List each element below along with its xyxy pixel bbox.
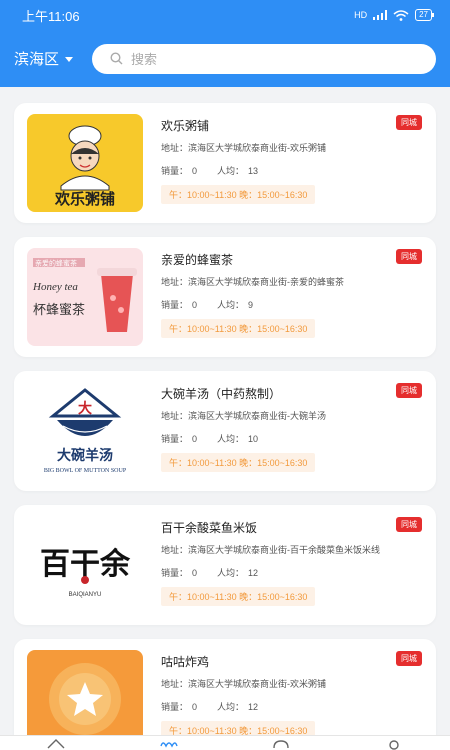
- shop-image: 欢乐粥铺: [27, 114, 143, 212]
- user-icon: [389, 740, 399, 750]
- avg-value: 10: [248, 434, 259, 444]
- shop-logo-text: 大: [78, 400, 92, 416]
- sales-label: 销量：: [161, 434, 189, 444]
- shop-card[interactable]: 咕咕炸鸡 同城 地址：滨海区大学城欣泰商业街-欢米粥铺 销量： 0 人均： 12 午：…: [14, 639, 436, 735]
- sales-label: 销量：: [161, 300, 189, 310]
- opening-hours: 午：10:00~11:30 晚：15:00~16:30: [161, 185, 316, 204]
- avg-label: 人均：: [217, 166, 245, 176]
- status-bar: 上午11:06 HD 27: [0, 0, 450, 30]
- shop-logo-text: BIG BOWL OF MUTTON SOUP: [44, 468, 127, 474]
- shop-image: [27, 650, 143, 735]
- shop-name[interactable]: 咕咕炸鸡: [161, 653, 209, 670]
- shop-stats: 销量： 0 人均： 12: [161, 566, 262, 579]
- shop-image: 大 大碗羊汤 BIG BOWL OF MUTTON SOUP: [27, 382, 143, 480]
- signal-icon: [373, 10, 388, 20]
- shop-logo-text: 亲爱的蜂蜜茶: [35, 259, 77, 268]
- search-placeholder: 搜索: [131, 52, 158, 67]
- shop-name[interactable]: 大碗羊汤（中药熬制）: [161, 385, 281, 402]
- search-row: 滨海区 搜索: [0, 30, 450, 87]
- signal-label: HD: [354, 10, 368, 20]
- same-city-badge: 同城: [396, 517, 422, 532]
- avg-label: 人均：: [217, 300, 245, 310]
- shop-image: 百干余 BAIQIANYU: [27, 516, 143, 614]
- avg-label: 人均：: [217, 434, 245, 444]
- opening-hours: 午：10:00~11:30 晚：15:00~16:30: [161, 587, 316, 606]
- shop-address: 地址：滨海区大学城欣泰商业街-欢乐粥铺: [161, 143, 326, 153]
- shop-icon: [160, 742, 178, 748]
- chevron-down-icon: [65, 57, 74, 62]
- shop-address: 地址：滨海区大学城欣泰商业街-大碗羊汤: [161, 411, 326, 421]
- shop-logo-text: Honey tea: [32, 281, 78, 293]
- avg-value: 12: [248, 568, 259, 578]
- avg-value: 9: [248, 300, 254, 310]
- discover-icon: [273, 740, 289, 749]
- battery-icon: 27: [415, 9, 434, 21]
- shop-address: 地址：滨海区大学城欣泰商业街-欢米粥铺: [161, 679, 326, 689]
- sales-value: 0: [192, 702, 198, 712]
- shop-name[interactable]: 欢乐粥铺: [161, 117, 209, 134]
- shop-logo-text: 欢乐粥铺: [54, 190, 115, 208]
- shop-address: 地址：滨海区大学城欣泰商业街-百干余酸菜鱼米饭米线: [161, 545, 380, 555]
- avg-label: 人均：: [217, 568, 245, 578]
- wifi-icon: [393, 9, 409, 21]
- shop-list[interactable]: 欢乐粥铺 欢乐粥铺 同城 地址：滨海区大学城欣泰商业街-欢乐粥铺 销量： 0 人均：…: [0, 87, 450, 735]
- status-icons: HD 27: [354, 9, 434, 21]
- shop-logo-text: 百干余: [40, 547, 131, 581]
- shop-logo-text: BAIQIANYU: [69, 592, 102, 598]
- sales-value: 0: [192, 300, 198, 310]
- search-input[interactable]: 搜索: [92, 43, 436, 74]
- same-city-badge: 同城: [396, 651, 422, 666]
- shop-logo-text: 杯蜂蜜茶: [33, 302, 85, 317]
- shop-card[interactable]: 亲爱的蜂蜜茶 Honey tea 杯蜂蜜茶 亲爱的蜂蜜茶 同城 地址：滨海区大学…: [14, 237, 436, 357]
- sales-value: 0: [192, 434, 198, 444]
- tab-shops[interactable]: [154, 736, 184, 750]
- shop-address: 地址：滨海区大学城欣泰商业街-亲爱的蜂蜜茶: [161, 277, 344, 287]
- search-icon: [110, 52, 123, 65]
- shop-name[interactable]: 亲爱的蜂蜜茶: [161, 251, 233, 268]
- shop-logo-text: 大碗羊汤: [57, 447, 113, 463]
- tab-home[interactable]: [41, 736, 71, 750]
- shop-card[interactable]: 欢乐粥铺 欢乐粥铺 同城 地址：滨海区大学城欣泰商业街-欢乐粥铺 销量： 0 人均：…: [14, 103, 436, 223]
- same-city-badge: 同城: [396, 383, 422, 398]
- district-selector[interactable]: 滨海区: [14, 48, 92, 69]
- opening-hours: 午：10:00~11:30 晚：15:00~16:30: [161, 453, 316, 472]
- sales-label: 销量：: [161, 702, 189, 712]
- sales-label: 销量：: [161, 568, 189, 578]
- avg-label: 人均：: [217, 702, 245, 712]
- opening-hours: 午：10:00~11:30 晚：15:00~16:30: [161, 721, 316, 735]
- shop-card[interactable]: 大 大碗羊汤 BIG BOWL OF MUTTON SOUP 大碗羊汤（中药熬制…: [14, 371, 436, 491]
- shop-stats: 销量： 0 人均： 9: [161, 298, 257, 311]
- sales-value: 0: [192, 166, 198, 176]
- tab-profile[interactable]: [379, 736, 409, 750]
- district-label: 滨海区: [14, 51, 60, 68]
- shop-name[interactable]: 百干余酸菜鱼米饭: [161, 519, 257, 536]
- shop-card[interactable]: 百干余 BAIQIANYU 百干余酸菜鱼米饭 同城 地址：滨海区大学城欣泰商业街…: [14, 505, 436, 625]
- shop-image: 亲爱的蜂蜜茶 Honey tea 杯蜂蜜茶: [27, 248, 143, 346]
- header: 上午11:06 HD 27 滨海区 搜索: [0, 0, 450, 87]
- bottom-tab-bar: [0, 735, 450, 750]
- home-icon: [47, 739, 65, 749]
- avg-value: 13: [248, 166, 259, 176]
- sales-label: 销量：: [161, 166, 189, 176]
- same-city-badge: 同城: [396, 249, 422, 264]
- shop-stats: 销量： 0 人均： 12: [161, 700, 262, 713]
- avg-value: 12: [248, 702, 259, 712]
- shop-stats: 销量： 0 人均： 10: [161, 432, 262, 445]
- shop-stats: 销量： 0 人均： 13: [161, 164, 262, 177]
- opening-hours: 午：10:00~11:30 晚：15:00~16:30: [161, 319, 316, 338]
- same-city-badge: 同城: [396, 115, 422, 130]
- status-time: 上午11:06: [22, 8, 80, 24]
- sales-value: 0: [192, 568, 198, 578]
- tab-discover[interactable]: [266, 736, 296, 750]
